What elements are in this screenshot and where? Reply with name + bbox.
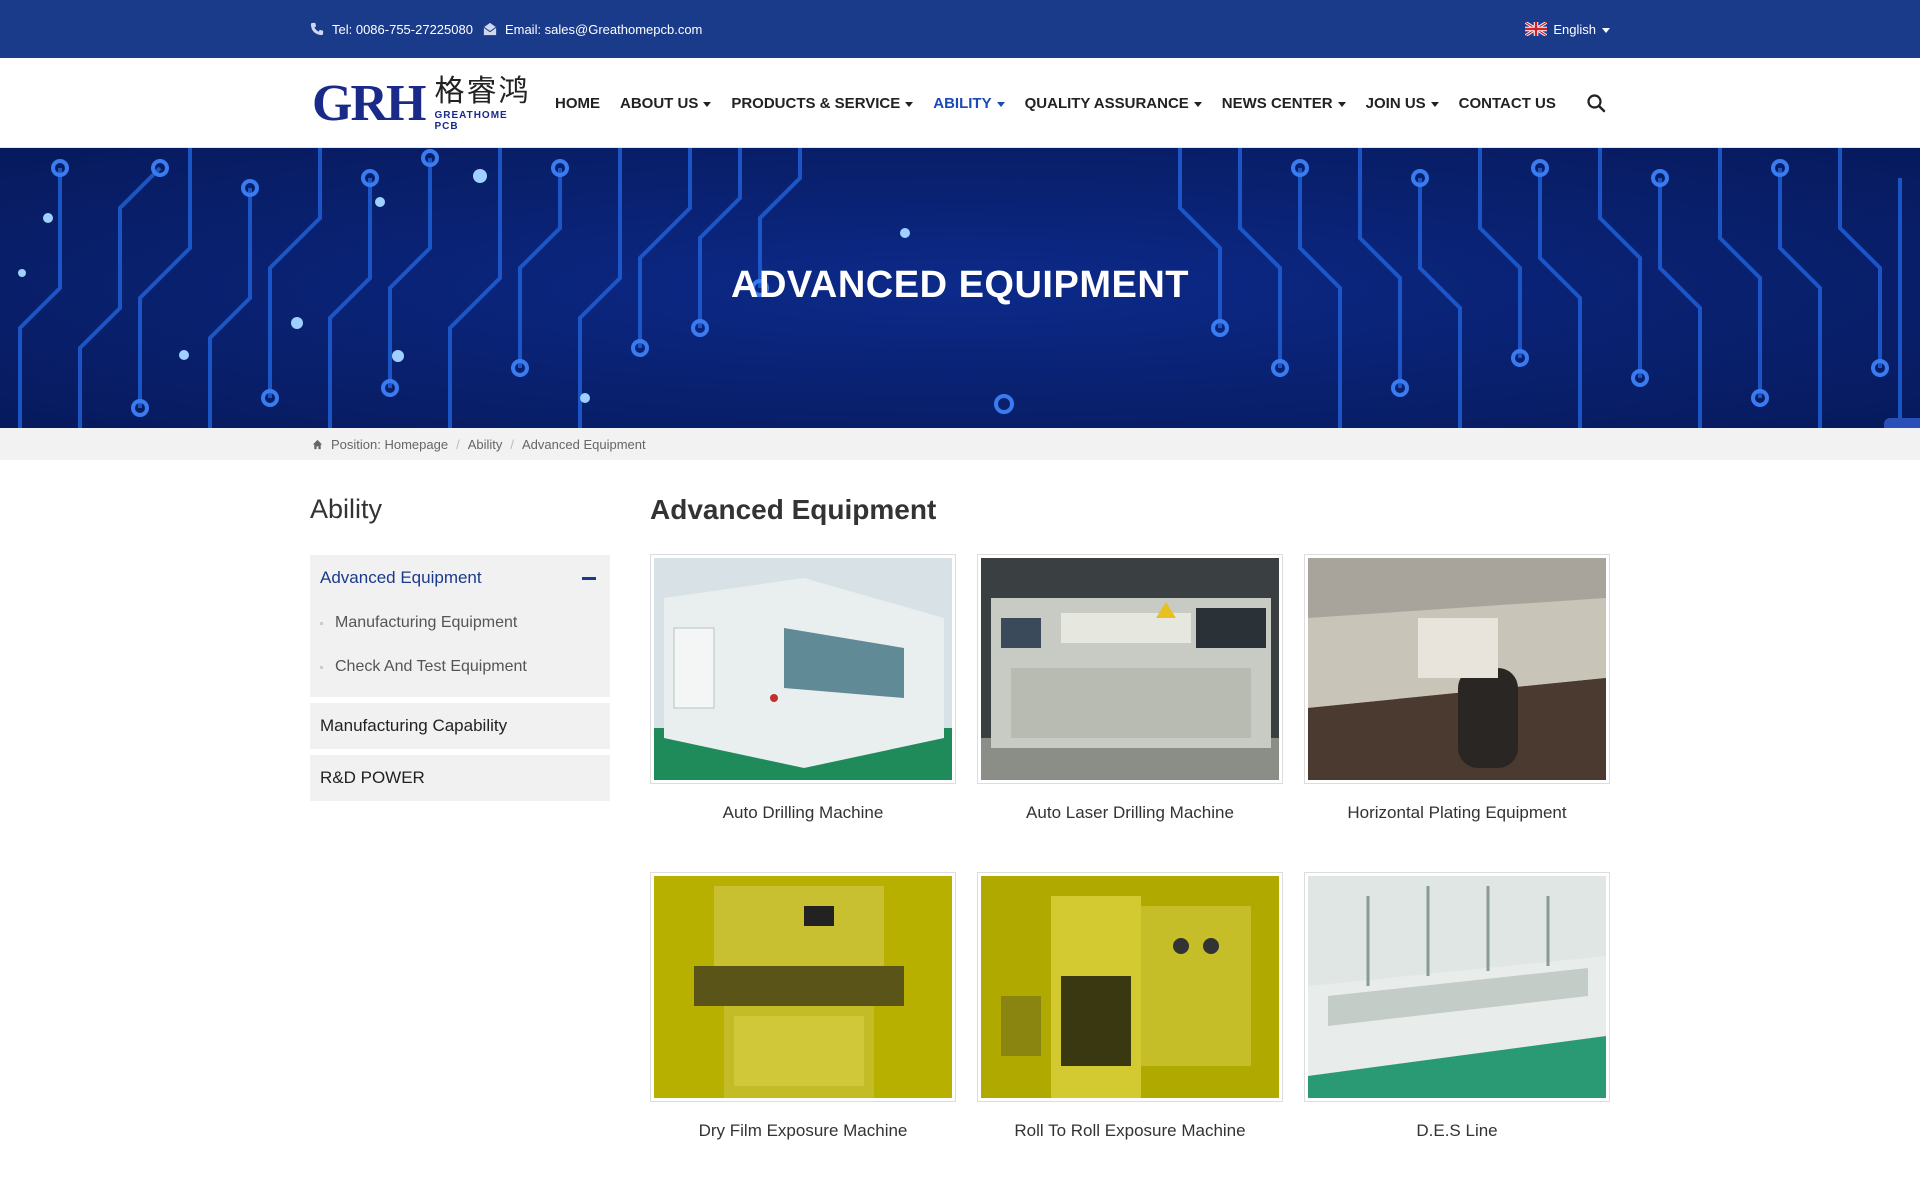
nav-news-center[interactable]: NEWS CENTER [1222,95,1346,112]
equipment-card[interactable]: Auto Drilling Machine [650,554,956,842]
equipment-card[interactable]: Auto Laser Drilling Machine [977,554,1283,842]
nav-home[interactable]: HOME [555,95,600,112]
breadcrumb-current: Advanced Equipment [522,436,646,452]
des-line-image [1308,876,1606,1098]
bullet-icon [320,621,323,625]
floating-contact-bar [1884,418,1920,428]
breadcrumb-separator: / [510,436,515,452]
logo-chinese: 格睿鸿 [434,75,531,108]
sidebar-item-rd-power[interactable]: R&D POWER [310,755,610,801]
equipment-image[interactable] [1304,872,1610,1102]
equipment-card[interactable]: D.E.S Line [1304,872,1610,1160]
auto-drilling-machine-image [654,558,952,780]
page-banner: ADVANCED EQUIPMENT [0,148,1920,428]
equipment-image[interactable] [1304,554,1610,784]
breadcrumb-ability[interactable]: Ability [468,437,503,452]
email-text: Email: sales@Greathomepcb.com [504,21,703,37]
equipment-image[interactable] [977,872,1283,1102]
sidebar-group-advanced-equipment: Advanced Equipment Manufacturing Equipme… [310,555,610,697]
dry-film-exposure-machine-image [654,876,952,1098]
chevron-down-icon [905,101,914,107]
equipment-caption[interactable]: Horizontal Plating Equipment [1304,784,1610,842]
equipment-caption[interactable]: Dry Film Exposure Machine [650,1102,956,1160]
site-header: GRH 格睿鸿 GREATHOME PCB HOME ABOUT US PROD… [0,58,1920,148]
equipment-caption[interactable]: D.E.S Line [1304,1102,1610,1160]
logo-mark: GRH [312,75,426,132]
chevron-down-icon [1430,101,1439,107]
equipment-caption[interactable]: Auto Laser Drilling Machine [977,784,1283,842]
sidebar-group-manufacturing-capability: Manufacturing Capability [310,703,610,749]
nav-about-us[interactable]: ABOUT US [620,95,712,112]
nav-quality-assurance[interactable]: QUALITY ASSURANCE [1025,95,1202,112]
sidebar-item-advanced-equipment[interactable]: Advanced Equipment [310,555,610,601]
logo[interactable]: GRH 格睿鸿 GREATHOME PCB [312,75,532,133]
equipment-card[interactable]: Dry Film Exposure Machine [650,872,956,1160]
breadcrumb-separator: / [456,436,460,452]
chevron-down-icon [1193,101,1202,107]
phone-icon [310,22,324,36]
nav-join-us[interactable]: JOIN US [1366,95,1439,112]
top-bar: Tel: 0086-755-27225080 Email: sales@Grea… [0,0,1920,58]
language-selector[interactable]: English [1525,22,1610,37]
phone-text: Tel: 0086-755-27225080 [332,21,473,37]
sidebar-menu: Advanced Equipment Manufacturing Equipme… [310,555,610,807]
nav-ability[interactable]: ABILITY [933,95,1005,112]
nav-products-service[interactable]: PRODUCTS & SERVICE [731,95,914,112]
equipment-grid: Auto Drilling Machine Auto Laser Drillin… [650,554,1610,1160]
uk-flag-icon [1525,22,1548,36]
chevron-down-icon [996,101,1005,107]
sidebar-title: Ability [310,494,383,524]
main-nav: HOME ABOUT US PRODUCTS & SERVICE ABILITY… [555,58,1556,148]
horizontal-plating-equipment-image [1308,558,1606,780]
language-label: English [1553,21,1596,37]
equipment-image[interactable] [977,554,1283,784]
equipment-card[interactable]: Roll To Roll Exposure Machine [977,872,1283,1160]
mail-icon [483,22,497,36]
contact-phone[interactable]: Tel: 0086-755-27225080 [310,22,473,37]
equipment-card[interactable]: Horizontal Plating Equipment [1304,554,1610,842]
equipment-caption[interactable]: Roll To Roll Exposure Machine [977,1102,1283,1160]
content-title: Advanced Equipment [650,494,937,525]
breadcrumb: Position: Homepage / Ability / Advanced … [312,428,646,460]
home-icon [312,439,323,449]
sidebar-subitem-manufacturing-equipment[interactable]: Manufacturing Equipment [310,601,610,645]
equipment-caption[interactable]: Auto Drilling Machine [650,784,956,842]
equipment-image[interactable] [650,554,956,784]
sidebar-subitem-check-and-test-equipment[interactable]: Check And Test Equipment [310,645,610,689]
roll-to-roll-exposure-machine-image [981,876,1279,1098]
chevron-down-icon [1337,101,1346,107]
bullet-icon [320,665,323,669]
collapse-icon[interactable] [582,576,596,580]
contact-email[interactable]: Email: sales@Greathomepcb.com [483,22,702,37]
equipment-image[interactable] [650,872,956,1102]
chevron-down-icon [1602,27,1610,33]
breadcrumb-homepage[interactable]: Position: Homepage [331,437,448,452]
sidebar-item-manufacturing-capability[interactable]: Manufacturing Capability [310,703,610,749]
nav-contact-us[interactable]: CONTACT US [1459,95,1556,112]
page-banner-title: ADVANCED EQUIPMENT [731,264,1189,306]
logo-english: GREATHOME PCB [434,110,508,132]
chevron-down-icon [703,101,712,107]
auto-laser-drilling-machine-image [981,558,1279,780]
search-icon[interactable] [1586,93,1606,113]
breadcrumb-bar: Position: Homepage / Ability / Advanced … [0,428,1920,460]
sidebar-group-rd-power: R&D POWER [310,755,610,801]
